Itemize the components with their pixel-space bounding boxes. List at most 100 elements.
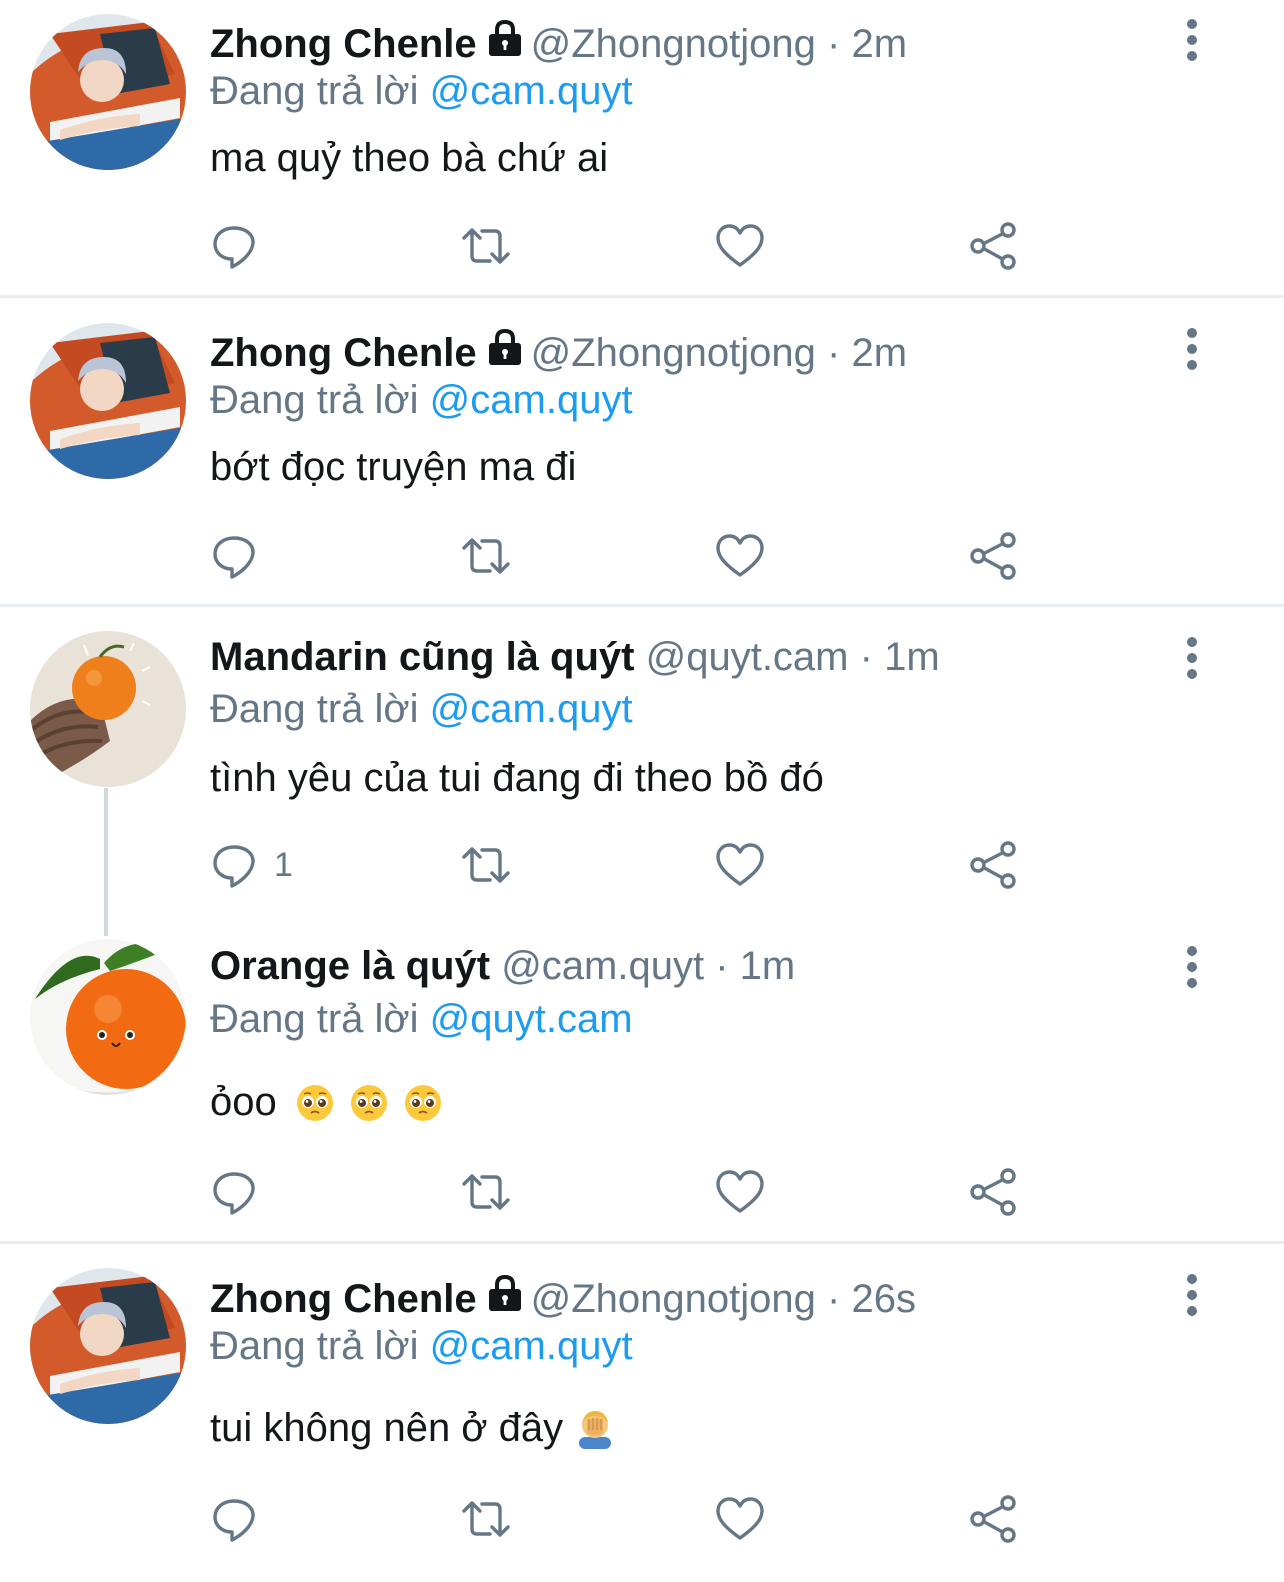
reply-button[interactable] <box>206 528 274 584</box>
timestamp[interactable]: 26s <box>851 1277 916 1321</box>
timestamp[interactable]: 1m <box>740 944 796 988</box>
heart-icon <box>712 218 768 274</box>
tweet-text: tui không nên ở đây <box>210 1406 564 1450</box>
retweet-icon <box>458 1491 514 1547</box>
heart-icon <box>712 837 768 893</box>
avatar[interactable] <box>30 631 186 787</box>
separator: · <box>859 635 873 679</box>
more-vertical-icon[interactable] <box>1174 943 1210 991</box>
timestamp[interactable]: 2m <box>851 331 907 375</box>
tweet-header: Zhong Chenle @Zhongnotjong · 2m <box>210 19 907 70</box>
handle[interactable]: @cam.quyt <box>501 944 704 988</box>
share-button[interactable] <box>966 1164 1022 1220</box>
lock-icon <box>485 328 525 379</box>
reply-label: Đang trả lời <box>210 997 419 1041</box>
retweet-button[interactable] <box>458 1164 514 1220</box>
like-button[interactable] <box>712 1491 768 1547</box>
more-vertical-icon[interactable] <box>1174 1271 1210 1319</box>
lock-icon <box>485 1274 525 1325</box>
reply-label: Đang trả lời <box>210 69 419 113</box>
reply-icon <box>206 1164 262 1220</box>
heart-icon <box>712 1491 768 1547</box>
timestamp[interactable]: 2m <box>851 22 907 66</box>
separator: · <box>827 331 841 375</box>
pleading-face-emoji <box>403 1083 443 1136</box>
reply-mention[interactable]: @quyt.cam <box>430 997 633 1041</box>
handle[interactable]: @Zhongnotjong <box>531 331 816 375</box>
retweet-button[interactable] <box>458 218 514 274</box>
share-icon <box>966 1491 1022 1547</box>
separator: · <box>827 1277 841 1321</box>
action-bar <box>200 1491 1060 1547</box>
tweet-header: Zhong Chenle @Zhongnotjong · 26s <box>210 1274 916 1325</box>
retweet-icon <box>458 528 514 584</box>
handle[interactable]: @Zhongnotjong <box>531 1277 816 1321</box>
reply-mention[interactable]: @cam.quyt <box>430 1324 633 1368</box>
reply-button[interactable] <box>206 1164 274 1220</box>
share-button[interactable] <box>966 218 1022 274</box>
more-vertical-icon[interactable] <box>1174 16 1210 64</box>
avatar[interactable] <box>30 323 186 479</box>
share-icon <box>966 1164 1022 1220</box>
tweet[interactable]: Zhong Chenle @Zhongnotjong · 2m Đang trả … <box>0 298 1284 604</box>
like-button[interactable] <box>712 1164 768 1220</box>
tweet[interactable]: Mandarin cũng là quýt @quyt.cam · 1m Đan… <box>0 607 1284 925</box>
tweet[interactable]: Orange là quýt @cam.quyt · 1m Đang trả l… <box>0 925 1284 1241</box>
reply-icon <box>206 1491 262 1547</box>
reply-icon <box>206 218 262 274</box>
reply-icon <box>206 837 262 893</box>
tweet-text: bớt đọc truyện ma đi <box>210 445 577 489</box>
reply-count: 1 <box>274 845 293 884</box>
more-vertical-icon[interactable] <box>1174 325 1210 373</box>
retweet-icon <box>458 837 514 893</box>
retweet-button[interactable] <box>458 528 514 584</box>
tweet[interactable]: Zhong Chenle @Zhongnotjong · 2m Đang trả … <box>0 0 1284 296</box>
display-name[interactable]: Zhong Chenle <box>210 331 477 375</box>
reply-label: Đang trả lời <box>210 687 419 731</box>
retweet-icon <box>458 1164 514 1220</box>
lock-icon <box>485 19 525 70</box>
timestamp[interactable]: 1m <box>884 635 940 679</box>
reply-mention[interactable]: @cam.quyt <box>430 378 633 422</box>
retweet-button[interactable] <box>458 837 514 893</box>
share-button[interactable] <box>966 528 1022 584</box>
reply-button[interactable] <box>206 1491 274 1547</box>
display-name[interactable]: Zhong Chenle <box>210 1277 477 1321</box>
avatar[interactable] <box>30 939 186 1095</box>
handle[interactable]: @quyt.cam <box>646 635 849 679</box>
avatar[interactable] <box>30 1268 186 1424</box>
more-vertical-icon[interactable] <box>1174 634 1210 682</box>
separator: · <box>715 944 729 988</box>
like-button[interactable] <box>712 218 768 274</box>
heart-icon <box>712 1164 768 1220</box>
retweet-button[interactable] <box>458 1491 514 1547</box>
reply-button[interactable] <box>206 218 274 274</box>
display-name[interactable]: Mandarin cũng là quýt <box>210 635 634 679</box>
pleading-face-emoji <box>349 1083 389 1136</box>
action-bar <box>200 218 1060 274</box>
tweet-text: ỏoo <box>210 1080 277 1124</box>
reply-button[interactable]: 1 <box>206 837 293 893</box>
heart-icon <box>712 528 768 584</box>
display-name[interactable]: Zhong Chenle <box>210 22 477 66</box>
display-name[interactable]: Orange là quýt <box>210 944 490 988</box>
retweet-icon <box>458 218 514 274</box>
reply-mention[interactable]: @cam.quyt <box>430 69 633 113</box>
reply-icon <box>206 528 262 584</box>
like-button[interactable] <box>712 528 768 584</box>
action-bar <box>200 1164 1060 1220</box>
tweet[interactable]: Zhong Chenle @Zhongnotjong · 26s Đang trả… <box>0 1244 1284 1582</box>
share-button[interactable] <box>966 1491 1022 1547</box>
handle[interactable]: @Zhongnotjong <box>531 22 816 66</box>
like-button[interactable] <box>712 837 768 893</box>
reply-mention[interactable]: @cam.quyt <box>430 687 633 731</box>
tweet-text-line: ỏoo <box>210 1076 443 1136</box>
tweet-header: Zhong Chenle @Zhongnotjong · 2m <box>210 328 907 379</box>
reply-context: Đang trả lời @cam.quyt <box>210 67 633 115</box>
reply-context: Đang trả lời @cam.quyt <box>210 1322 633 1370</box>
share-button[interactable] <box>966 837 1022 893</box>
tweet-text: tình yêu của tui đang đi theo bồ đó <box>210 756 824 800</box>
avatar[interactable] <box>30 14 186 170</box>
reply-context: Đang trả lời @cam.quyt <box>210 685 633 733</box>
reply-label: Đang trả lời <box>210 1324 419 1368</box>
